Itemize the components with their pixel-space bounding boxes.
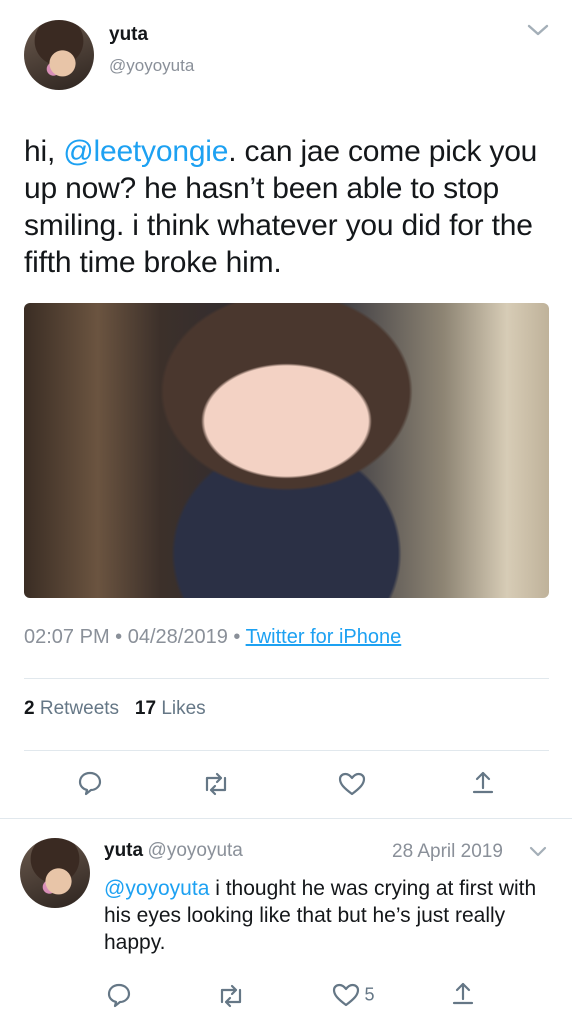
tweet-time: 02:07 PM [24,626,110,648]
user-name[interactable]: yuta [109,24,148,46]
reply-mention-link[interactable]: @yoyoyuta [104,877,209,900]
reply-avatar[interactable] [20,838,90,908]
tweet-stats: 2 Retweets 17 Likes [24,698,206,720]
tweet-photo[interactable] [24,303,549,598]
chevron-down-icon[interactable] [526,22,550,38]
reply-like-group[interactable]: 5 [332,982,374,1008]
avatar[interactable] [24,20,94,90]
like-icon[interactable] [338,771,366,797]
reply-icon[interactable] [106,982,132,1008]
reply-header: yuta @yoyoyuta [104,840,243,862]
reply-icon[interactable] [77,770,103,796]
tweet-date: 04/28/2019 [127,626,228,648]
share-icon[interactable] [470,769,496,797]
mention-link[interactable]: @leetyongie [63,135,228,168]
reply-text: @yoyoyuta i thought he was crying at fir… [104,875,544,956]
retweet-icon[interactable] [216,984,246,1008]
divider [24,750,549,751]
likes-stat[interactable]: 17 Likes [135,698,206,719]
retweet-icon[interactable] [201,772,231,796]
source-link[interactable]: Twitter for iPhone [246,626,402,648]
share-icon[interactable] [450,980,476,1008]
retweets-stat[interactable]: 2 Retweets [24,698,119,719]
tweet-text-prefix: hi, [24,135,64,168]
like-icon[interactable] [332,982,360,1008]
reply-user-handle[interactable]: @yoyoyuta [148,840,243,861]
user-handle[interactable]: @yoyoyuta [109,56,194,76]
reply-like-count: 5 [364,984,375,1005]
chevron-down-icon[interactable] [528,845,548,859]
divider [24,678,549,679]
tweet-text: hi, @leetyongie. can jae come pick you u… [24,133,554,281]
reply-user-name[interactable]: yuta [104,840,143,861]
tweet-meta: 02:07 PM • 04/28/2019 • Twitter for iPho… [24,626,402,648]
divider [0,818,572,819]
reply-date: 28 April 2019 [392,841,503,862]
